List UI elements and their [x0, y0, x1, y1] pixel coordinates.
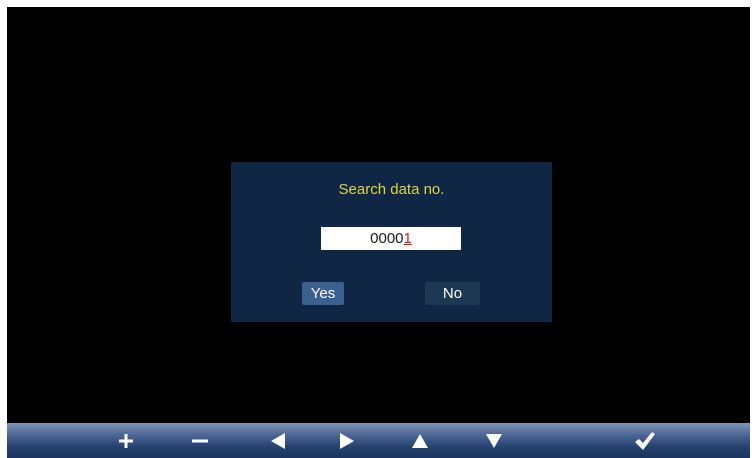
arrow-down-icon: [486, 433, 502, 448]
checkmark-icon: [635, 431, 655, 450]
yes-button[interactable]: Yes: [302, 282, 344, 305]
dialog-title: Search data no.: [338, 181, 445, 198]
number-value: 0000: [370, 230, 404, 247]
minus-icon: [192, 439, 208, 442]
arrow-up-icon: [412, 433, 428, 448]
bottom-toolbar: [7, 423, 750, 458]
arrow-left-icon: [271, 432, 285, 449]
right-button[interactable]: [327, 423, 367, 458]
minus-button[interactable]: [180, 423, 220, 458]
confirm-button[interactable]: [625, 423, 665, 458]
plus-icon: [119, 433, 133, 448]
arrow-right-icon: [340, 432, 354, 449]
plus-button[interactable]: [106, 423, 146, 458]
down-button[interactable]: [474, 423, 514, 458]
cursor-digit: 1: [403, 230, 412, 247]
up-button[interactable]: [400, 423, 440, 458]
no-button[interactable]: No: [425, 282, 480, 305]
display-screen: Search data no. 00001 Yes No: [7, 7, 750, 423]
left-button[interactable]: [258, 423, 298, 458]
search-dialog: Search data no. 00001 Yes No: [231, 162, 552, 322]
data-number-field[interactable]: 00001: [321, 227, 461, 250]
